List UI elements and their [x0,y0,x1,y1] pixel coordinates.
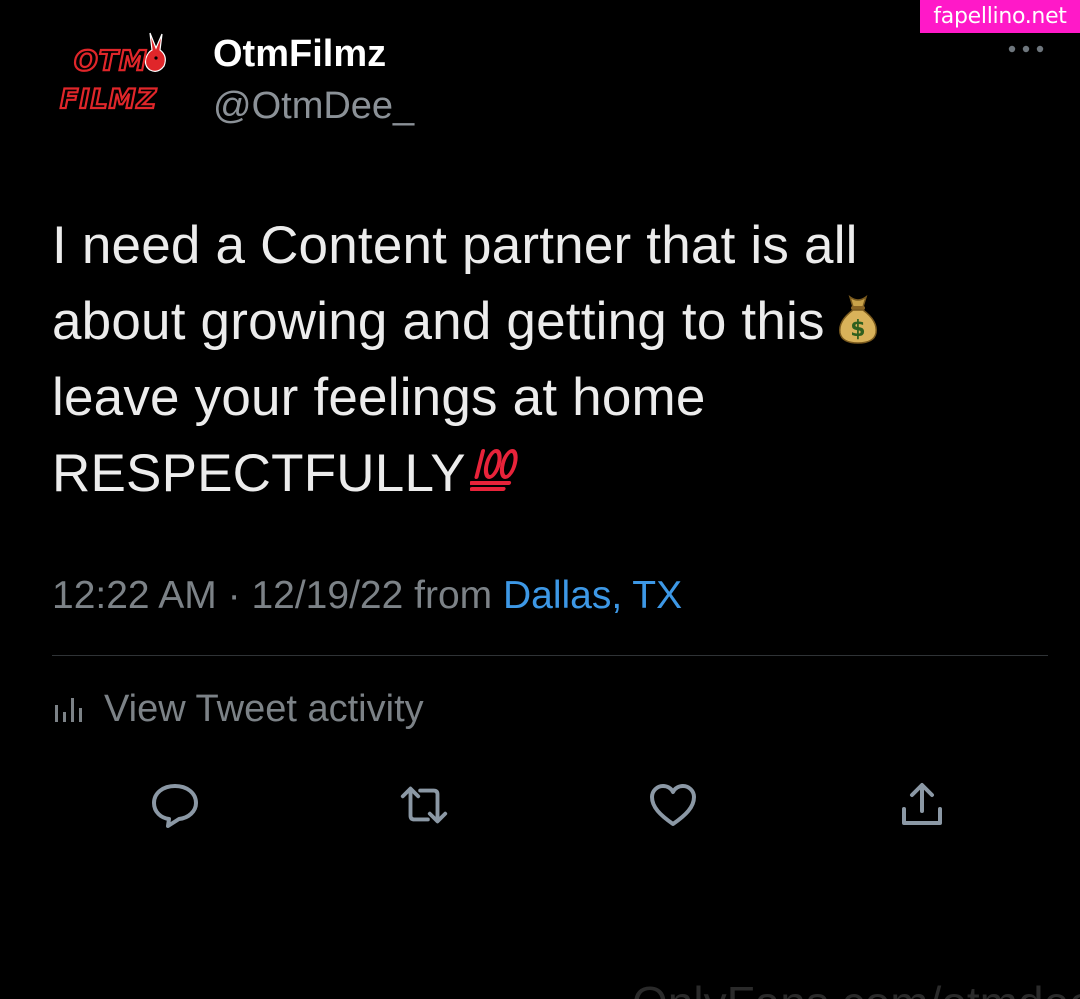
divider [52,655,1048,656]
hundred-points-icon [469,443,520,493]
from-label: from [414,574,493,617]
tweet-line: I need a Content partner that is all [52,216,858,275]
tweet-line: RESPECTFULLY [52,436,1012,512]
like-button[interactable] [646,780,700,830]
money-bag-icon: $ [835,293,881,345]
tweet-line: leave your feelings at home [52,368,706,427]
retweet-icon [400,786,448,824]
tweet-line-text: RESPECTFULLY [52,444,466,503]
meta-separator: · [227,574,241,617]
tweet-line-text: about growing and getting to this [52,292,825,351]
share-button[interactable] [895,780,949,830]
display-name[interactable]: OtmFilmz [213,31,386,77]
retweet-button[interactable] [397,780,451,830]
svg-text:FILMZ: FILMZ [60,84,157,115]
otm-filmz-logo: OTM FILMZ [59,32,166,116]
location-link[interactable]: Dallas, TX [503,574,682,617]
user-handle[interactable]: @OtmDee_ [213,83,414,129]
tweet-text: I need a Content partner that is all abo… [52,208,1012,512]
like-icon [650,784,696,826]
share-icon [902,783,942,825]
view-tweet-activity-link[interactable]: View Tweet activity [52,686,424,732]
tweet-line: about growing and getting to this $ [52,284,1012,360]
tweet-time[interactable]: 12:22 AM [52,574,217,617]
svg-text:OTM: OTM [74,44,148,77]
reply-button[interactable] [148,780,202,830]
svg-text:$: $ [850,317,866,342]
reply-icon [152,784,198,828]
tweet-meta: 12:22 AM · 12/19/22 from Dallas, TX [52,571,682,621]
tweet-date[interactable]: 12/19/22 [251,574,403,617]
more-dots-icon [1008,45,1044,53]
activity-label: View Tweet activity [104,687,424,730]
analytics-icon [52,694,86,724]
watermark-badge: fapellino.net [920,0,1080,33]
footer-watermark: OnlyFans.com/otmdee [632,975,1080,999]
more-options-button[interactable] [1004,34,1048,64]
avatar[interactable]: OTM FILMZ [56,30,184,122]
